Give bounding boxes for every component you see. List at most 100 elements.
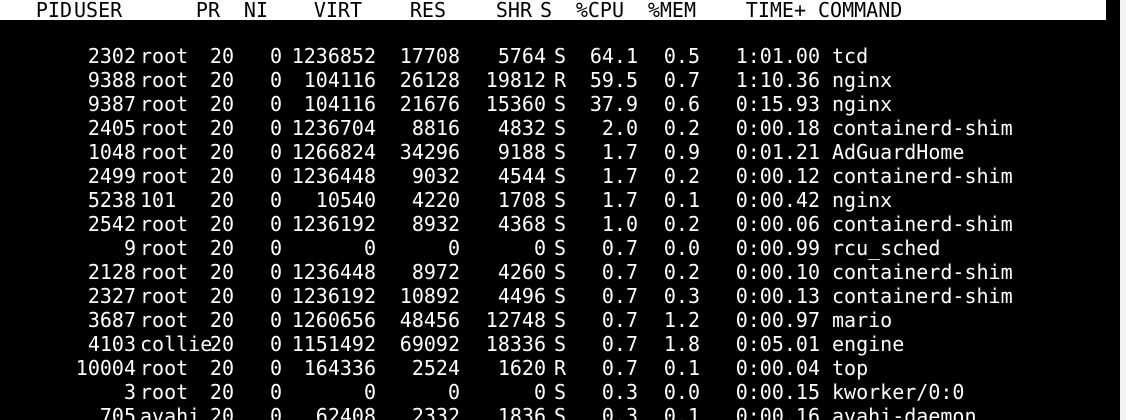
process-pid-cell: 1048 [87, 140, 136, 164]
process-row[interactable]: 2499 root 20 0 1236448 9032 4544 S 1.7 0.2 0:00.12… [0, 164, 1120, 188]
header-pid[interactable]: PID [0, 0, 72, 20]
process-row[interactable]: 4103 collie 20 0 1151492 69092 18336 S 0.7 1.8 0:0… [0, 332, 1120, 356]
process-res-cell: 48456 [399, 308, 460, 332]
process-shr-cell: 19812 [485, 68, 546, 92]
process-shr-cell: 5764 [497, 44, 546, 68]
process-command-cell: engine [832, 332, 905, 356]
process-row[interactable]: 3 root 20 0 0 0 0 S 0.3 0.0 0:00.15 kworker/0:0 [0, 380, 1120, 404]
process-row[interactable]: 5238 101 20 0 10540 4220 1708 S 1.7 0.1 0:00.42 ngi… [0, 188, 1120, 212]
process-command-cell: containerd-shim [832, 116, 1013, 140]
process-shr-cell: 4544 [497, 164, 546, 188]
process-command-cell: containerd-shim [832, 164, 1013, 188]
process-row[interactable]: 9388 root 20 0 104116 26128 19812 R 59.5 0.7 1:10.… [0, 68, 1120, 92]
process-pr-cell: 20 [209, 404, 234, 420]
process-mem-cell: 1.8 [663, 332, 700, 356]
process-row[interactable]: 2128 root 20 0 1236448 8972 4260 S 0.7 0.2 0:00.10… [0, 260, 1120, 284]
process-row[interactable]: 9387 root 20 0 104116 21676 15360 S 37.9 0.6 0:15.… [0, 92, 1120, 116]
process-res-cell: 10892 [399, 284, 460, 308]
process-row[interactable]: 1048 root 20 0 1266824 34296 9188 S 1.7 0.9 0:01.2… [0, 140, 1120, 164]
process-cpu-cell: 0.7 [601, 236, 638, 260]
header-mem[interactable]: %MEM [636, 0, 696, 20]
process-row[interactable]: 2302 root 20 0 1236852 17708 5764 S 64.1 0.5 1:01.… [0, 44, 1120, 68]
header-res[interactable]: RES [362, 0, 446, 20]
process-res-cell: 34296 [399, 140, 460, 164]
header-user[interactable]: USER [74, 0, 174, 20]
process-cpu-cell: 0.3 [601, 380, 638, 404]
process-shr-cell: 4260 [497, 260, 546, 284]
process-ni-cell: 0 [269, 236, 282, 260]
process-virt-cell: 1236192 [291, 212, 376, 236]
process-row[interactable]: 3687 root 20 0 1260656 48456 12748 S 0.7 1.2 0:00.… [0, 308, 1120, 332]
process-res-cell: 21676 [399, 92, 460, 116]
process-time-cell: 0:00.42 [735, 188, 820, 212]
process-pr-cell: 20 [209, 188, 234, 212]
process-ni-cell: 0 [269, 116, 282, 140]
process-time-cell: 0:00.99 [735, 236, 820, 260]
process-row[interactable]: 705 avahi 20 0 62408 2332 1836 S 0.3 0.1 0:00.16 av… [0, 404, 1120, 420]
terminal-window[interactable]: PID USER PR NI VIRT RES SHR S %CPU %MEM … [0, 0, 1120, 420]
header-cpu[interactable]: %CPU [566, 0, 624, 20]
process-shr-cell: 12748 [485, 308, 546, 332]
process-cpu-cell: 59.5 [589, 68, 638, 92]
process-shr-cell: 0 [533, 236, 546, 260]
process-ni-cell: 0 [269, 92, 282, 116]
process-virt-cell: 104116 [303, 68, 376, 92]
header-ni[interactable]: NI [232, 0, 268, 20]
process-pr-cell: 20 [209, 92, 234, 116]
process-pr-cell: 20 [209, 308, 234, 332]
process-command-cell: AdGuardHome [832, 140, 965, 164]
process-pid-cell: 10004 [75, 356, 136, 380]
process-res-cell: 8932 [411, 212, 460, 236]
process-pr-cell: 20 [209, 356, 234, 380]
process-mem-cell: 0.2 [663, 260, 700, 284]
header-state[interactable]: S [540, 0, 560, 20]
process-command-cell: nginx [832, 68, 893, 92]
process-mem-cell: 0.6 [663, 92, 700, 116]
process-shr-cell: 1620 [497, 356, 546, 380]
process-mem-cell: 0.0 [663, 236, 700, 260]
process-virt-cell: 1151492 [291, 332, 376, 356]
process-virt-cell: 1236192 [291, 284, 376, 308]
header-shr[interactable]: SHR [446, 0, 532, 20]
process-row[interactable]: 2405 root 20 0 1236704 8816 4832 S 2.0 0.2 0:00.18… [0, 116, 1120, 140]
process-s-cell: S [554, 92, 567, 116]
process-cpu-cell: 0.7 [601, 284, 638, 308]
process-time-cell: 0:05.01 [735, 332, 820, 356]
process-pid-cell: 9387 [87, 92, 136, 116]
process-cpu-cell: 0.7 [601, 260, 638, 284]
process-pid-cell: 4103 [87, 332, 136, 356]
header-time[interactable]: TIME+ [692, 0, 806, 20]
process-s-cell: S [554, 404, 567, 420]
process-virt-cell: 1236704 [291, 116, 376, 140]
process-ni-cell: 0 [269, 356, 282, 380]
process-pid-cell: 2327 [87, 284, 136, 308]
process-row[interactable]: 2542 root 20 0 1236192 8932 4368 S 1.0 0.2 0:00.06… [0, 212, 1120, 236]
process-ni-cell: 0 [269, 404, 282, 420]
process-res-cell: 4220 [411, 188, 460, 212]
process-s-cell: S [554, 236, 567, 260]
process-s-cell: S [554, 140, 567, 164]
header-virt[interactable]: VIRT [268, 0, 362, 20]
process-cpu-cell: 1.7 [601, 164, 638, 188]
process-row[interactable]: 9 root 20 0 0 0 0 S 0.7 0.0 0:00.99 rcu_sched [0, 236, 1120, 260]
process-cpu-cell: 64.1 [589, 44, 638, 68]
process-s-cell: S [554, 116, 567, 140]
right-gutter [1120, 0, 1126, 420]
header-command[interactable]: COMMAND [818, 0, 1018, 20]
process-time-cell: 0:00.18 [735, 116, 820, 140]
process-time-cell: 1:10.36 [735, 68, 820, 92]
process-command-cell: rcu_sched [832, 236, 941, 260]
process-s-cell: S [554, 44, 567, 68]
process-mem-cell: 0.0 [663, 380, 700, 404]
process-command-cell: tcd [832, 44, 869, 68]
process-res-cell: 0 [447, 380, 460, 404]
process-mem-cell: 0.9 [663, 140, 700, 164]
process-mem-cell: 0.3 [663, 284, 700, 308]
process-row[interactable]: 2327 root 20 0 1236192 10892 4496 S 0.7 0.3 0:00.1… [0, 284, 1120, 308]
process-virt-cell: 1266824 [291, 140, 376, 164]
process-virt-cell: 0 [363, 380, 376, 404]
process-row[interactable]: 10004 root 20 0 164336 2524 1620 R 0.7 0.1 0:00.04… [0, 356, 1120, 380]
process-pr-cell: 20 [209, 212, 234, 236]
header-pr[interactable]: PR [182, 0, 220, 20]
process-pid-cell: 9 [123, 236, 136, 260]
